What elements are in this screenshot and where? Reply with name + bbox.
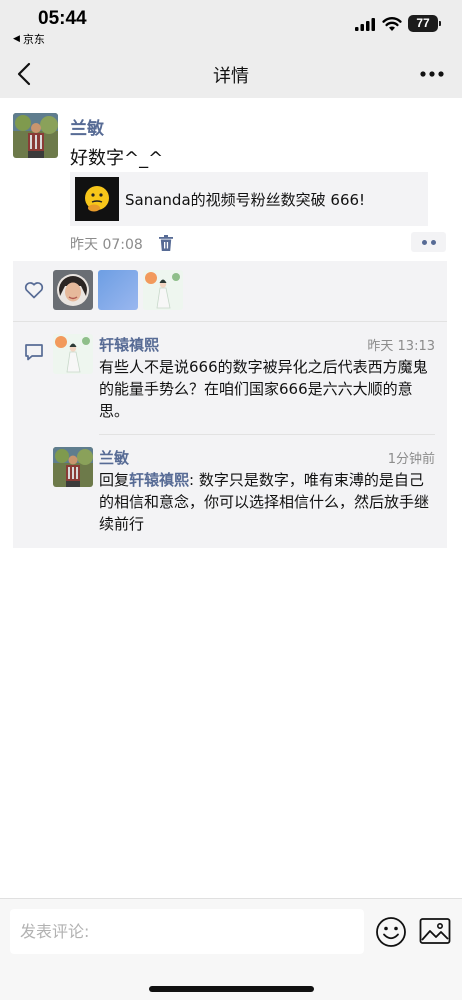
comment-text: 回复轩辕禛熙: 数字只是数字，唯有束溥的是自己的相信和意念，你可以选择相信什么，… [99,469,435,535]
comment-input-bar [0,898,462,1000]
emoji-icon[interactable] [375,916,407,948]
comment-timestamp: 1分钟前 [387,452,435,467]
author-avatar[interactable] [13,113,58,158]
trash-icon[interactable] [158,234,174,252]
link-title: Sananda的视频号粉丝数突破 666! [125,190,366,209]
liker-avatar[interactable] [143,270,183,310]
status-time: 05:44 [38,8,87,29]
comment-text: 有些人不是说666的数字被异化之后代表西方魔鬼的能量手势么？在咱们国家666是六… [99,358,428,420]
interaction-panel: 轩辕禛熙 昨天 13:13 有些人不是说666的数字被异化之后代表西方魔鬼的能量… [13,261,447,548]
back-app-label: 京东 [22,33,45,46]
dot-icon [421,239,427,245]
liker-avatar[interactable] [53,270,93,310]
shared-link-card[interactable]: Sananda的视频号粉丝数突破 666! [70,172,428,226]
commenter-name[interactable]: 轩辕禛熙 [99,334,159,355]
liker-avatar[interactable] [98,270,138,310]
reply-prefix: 回复 [99,471,130,489]
divider [13,321,447,322]
more-options-icon[interactable] [418,62,446,86]
comment-timestamp: 昨天 13:13 [367,339,435,354]
thinking-face-icon [85,186,109,212]
cellular-signal-icon [355,18,375,31]
link-thumbnail [75,177,119,221]
post-timestamp: 昨天 07:08 [70,237,143,253]
heart-icon [24,282,44,299]
reply-to-name[interactable]: 轩辕禛熙 [129,471,189,489]
commenter-avatar[interactable] [53,334,93,374]
like-comment-menu-button[interactable] [411,232,446,252]
wifi-icon [382,17,402,31]
divider [99,434,435,435]
page-title: 详情 [213,66,249,87]
commenter-avatar[interactable] [53,447,93,487]
status-bar: 05:44 ◀ 京东 77 [0,0,462,50]
post-author-name[interactable]: 兰敏 [70,114,104,139]
post-text: 好数字^_^ [70,148,164,169]
image-icon[interactable] [419,917,451,945]
nav-bar: 详情 [0,50,462,98]
comment-input[interactable] [10,909,364,954]
dot-icon [430,239,436,245]
comment-item[interactable]: 兰敏 1分钟前 回复轩辕禛熙: 数字只是数字，唯有束溥的是自己的相信和意念，你可… [53,447,435,537]
home-indicator[interactable] [149,986,314,992]
back-triangle-icon: ◀ [13,34,20,44]
likes-row [13,261,447,321]
commenter-name[interactable]: 兰敏 [99,447,129,468]
battery-icon: 77 [408,15,441,32]
comment-icon [25,344,43,361]
comment-item[interactable]: 轩辕禛熙 昨天 13:13 有些人不是说666的数字被异化之后代表西方魔鬼的能量… [53,334,435,424]
back-to-app-link[interactable]: ◀ 京东 [13,31,45,47]
